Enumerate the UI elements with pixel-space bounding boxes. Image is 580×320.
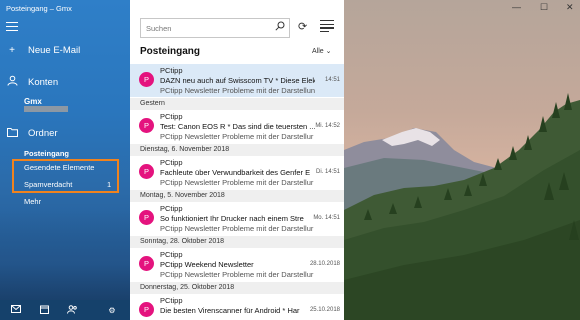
- navigation-pane: Posteingang – Gmx + Neue E-Mail Konten G…: [0, 0, 130, 320]
- message-time: Di. 14:51: [315, 169, 340, 175]
- account-email-redacted: [24, 106, 68, 112]
- new-mail-button[interactable]: + Neue E-Mail: [6, 45, 80, 56]
- sync-icon[interactable]: ⟳: [298, 20, 307, 33]
- date-group-header: Dienstag, 6. November 2018: [130, 144, 344, 156]
- message-time: Mo. 14:51: [313, 215, 340, 221]
- message-preview: PCtipp Newsletter Probleme mit der Darst…: [160, 178, 314, 187]
- message-time: 14:51: [324, 77, 340, 83]
- message-item[interactable]: P PCtipp Test: Canon EOS R * Das sind di…: [130, 110, 344, 143]
- accounts-header[interactable]: Konten: [6, 75, 58, 89]
- calendar-icon[interactable]: [32, 305, 56, 316]
- message-list-pane: Suchen ⟳ Posteingang Alle ⌄ P PCtipp DAZ…: [130, 0, 344, 320]
- avatar: P: [139, 302, 154, 317]
- message-item[interactable]: P PCtipp So funktioniert Ihr Drucker nac…: [130, 202, 344, 235]
- message-subject: PCtipp Weekend Newsletter: [160, 260, 254, 269]
- search-input[interactable]: Suchen: [140, 18, 290, 38]
- select-mode-icon[interactable]: [320, 20, 334, 33]
- message-subject: Test: Canon EOS R * Das sind die teuerst…: [160, 122, 315, 131]
- folder-icon: [6, 127, 18, 140]
- message-subject: So funktioniert Ihr Drucker nach einem S…: [160, 214, 304, 223]
- date-group-header: Donnerstag, 25. Oktober 2018: [130, 282, 344, 294]
- message-sender: PCtipp: [160, 250, 183, 259]
- message-preview: PCtipp Newsletter Probleme mit der Darst…: [160, 224, 314, 233]
- message-sender: PCtipp: [160, 158, 183, 167]
- date-group-header: Montag, 5. November 2018: [130, 190, 344, 202]
- date-group-header: Gestern: [130, 98, 344, 110]
- avatar: P: [139, 210, 154, 225]
- annotation-highlight-box: [12, 159, 119, 193]
- list-title: Posteingang: [140, 46, 201, 57]
- menu-icon[interactable]: [6, 22, 18, 32]
- message-preview: PCtipp Newsletter Probleme mit der Darst…: [160, 270, 314, 279]
- message-time: 25.10.2018: [309, 307, 340, 313]
- avatar: P: [139, 118, 154, 133]
- search-icon[interactable]: [275, 21, 285, 34]
- message-time: Mi. 14:52: [315, 123, 340, 129]
- folders-more-link[interactable]: Mehr: [24, 197, 41, 206]
- avatar: P: [139, 256, 154, 271]
- maximize-icon[interactable]: ☐: [540, 2, 548, 13]
- message-item[interactable]: P PCtipp Fachleute über Verwundbarkeit d…: [130, 156, 344, 189]
- gear-icon[interactable]: ⚙: [100, 306, 124, 315]
- background-landscape-image: [344, 93, 580, 320]
- window-title: Posteingang – Gmx: [6, 4, 72, 13]
- person-icon: [6, 75, 18, 89]
- folders-header[interactable]: Ordner: [6, 127, 58, 140]
- message-item[interactable]: P PCtipp PCtipp Weekend Newsletter PCtip…: [130, 248, 344, 281]
- folders-label: Ordner: [28, 128, 58, 139]
- reading-pane: — ☐ ✕: [344, 0, 580, 320]
- date-group-header: Sonntag, 28. Oktober 2018: [130, 236, 344, 248]
- folder-inbox[interactable]: Posteingang: [24, 149, 69, 158]
- new-mail-label: Neue E-Mail: [28, 45, 81, 56]
- avatar: P: [139, 164, 154, 179]
- message-subject: Fachleute über Verwundbarkeit des Genfer…: [160, 168, 311, 177]
- message-sender: PCtipp: [160, 204, 183, 213]
- chevron-down-icon: ⌄: [325, 48, 332, 55]
- search-placeholder: Suchen: [146, 23, 172, 33]
- account-item-gmx[interactable]: Gmx: [24, 97, 42, 106]
- people-icon[interactable]: [60, 304, 84, 316]
- accounts-label: Konten: [28, 76, 59, 88]
- mail-icon[interactable]: [4, 305, 28, 315]
- plus-icon: +: [9, 45, 15, 56]
- message-sender: PCtipp: [160, 296, 183, 305]
- message-preview: PCtipp Newsletter Probleme mit der Darst…: [160, 86, 315, 95]
- message-subject: Die besten Virenscanner für Android * Ha…: [160, 306, 300, 315]
- message-item[interactable]: P PCtipp Die besten Virenscanner für And…: [130, 294, 344, 320]
- filter-label: Alle: [312, 48, 324, 55]
- nav-bottom-bar: ⚙: [0, 300, 130, 320]
- message-item[interactable]: P PCtipp DAZN neu auch auf Swisscom TV *…: [130, 64, 344, 97]
- close-icon[interactable]: ✕: [566, 2, 574, 13]
- message-preview: PCtipp Newsletter Probleme mit der Darst…: [160, 132, 314, 141]
- message-subject: DAZN neu auch auf Swisscom TV * Diese El…: [160, 76, 315, 85]
- minimize-icon[interactable]: —: [512, 2, 521, 12]
- message-time: 28.10.2018: [309, 261, 340, 267]
- filter-dropdown[interactable]: Alle ⌄: [312, 47, 332, 55]
- message-sender: PCtipp: [160, 112, 183, 121]
- message-sender: PCtipp: [160, 66, 183, 75]
- avatar: P: [139, 72, 154, 87]
